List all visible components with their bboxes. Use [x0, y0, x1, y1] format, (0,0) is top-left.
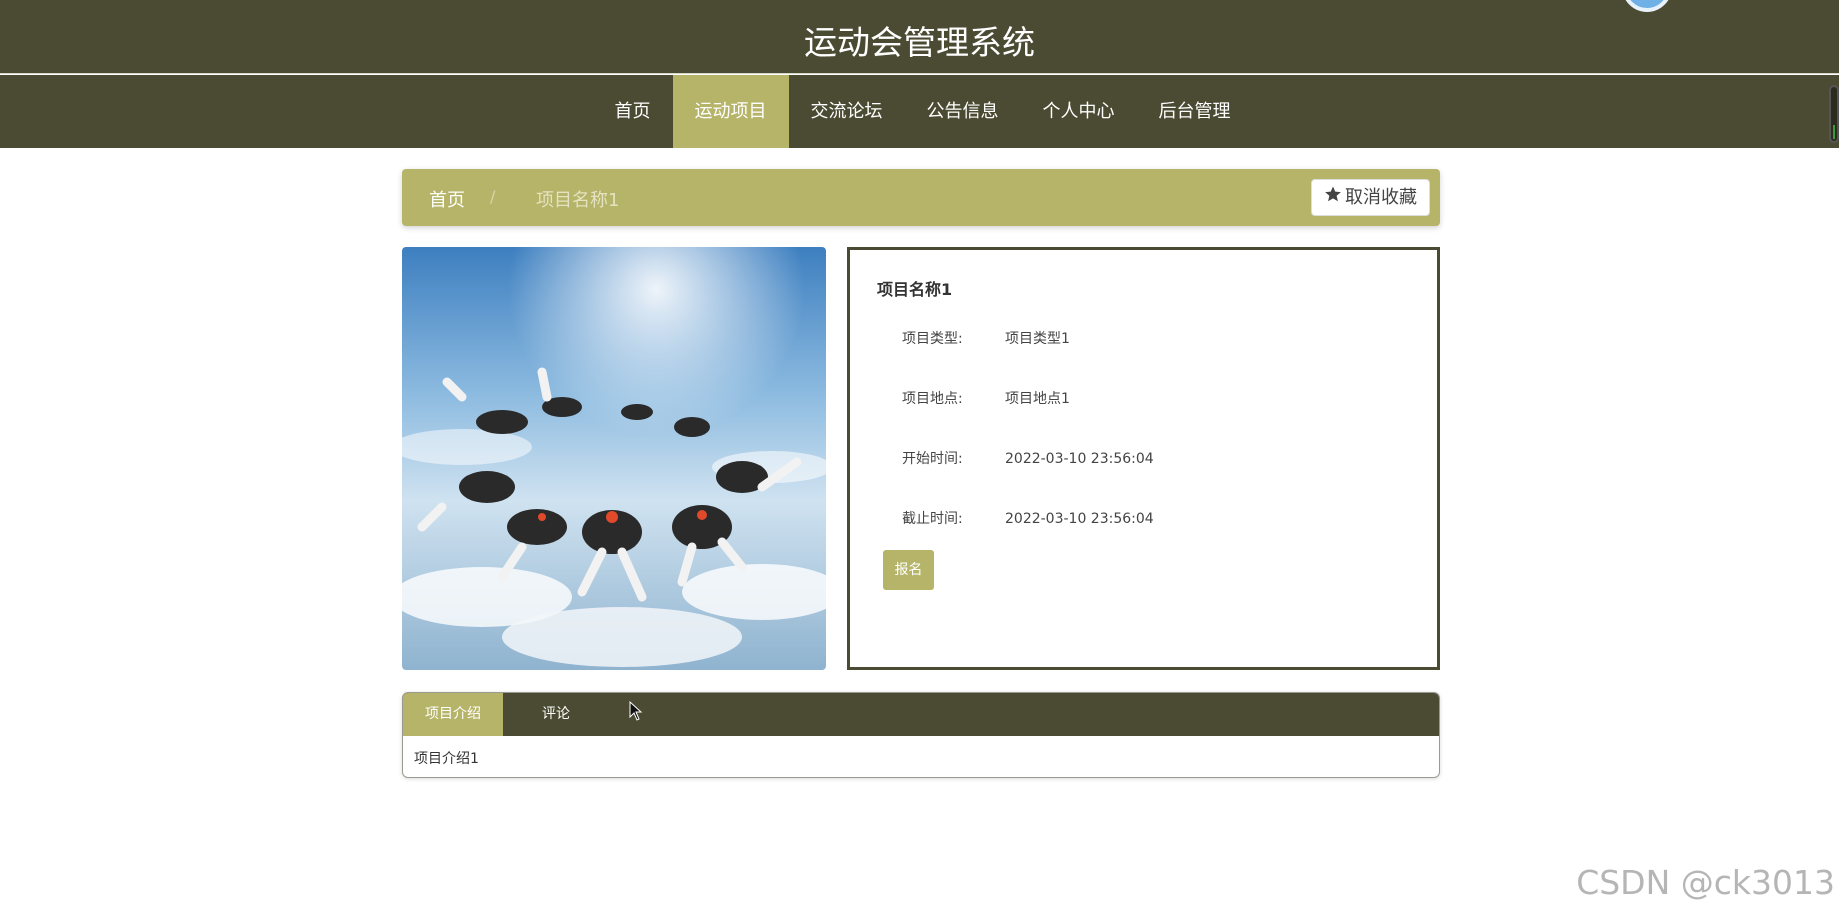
event-image — [402, 247, 826, 670]
site-title: 运动会管理系统 — [804, 23, 1035, 62]
avatar[interactable] — [1622, 0, 1672, 12]
unfavorite-label: 取消收藏 — [1345, 187, 1417, 208]
tabs-panel: 项目介绍 评论 项目介绍1 — [402, 692, 1440, 778]
breadcrumb: 首页 / 项目名称1 取消收藏 — [402, 169, 1440, 226]
tab-content: 项目介绍1 — [414, 751, 479, 767]
field-row-deadline: 截止时间: 2022-03-10 23:56:04 — [902, 508, 1154, 528]
tab-bar: 项目介绍 评论 — [403, 693, 1439, 736]
nav-item-forum[interactable]: 交流论坛 — [789, 75, 905, 148]
unfavorite-button[interactable]: 取消收藏 — [1311, 179, 1430, 216]
event-title: 项目名称1 — [877, 280, 953, 299]
field-label: 项目类型: — [902, 331, 963, 347]
field-row-type: 项目类型: 项目类型1 — [902, 328, 1070, 348]
nav-item-personal-center[interactable]: 个人中心 — [1021, 75, 1137, 148]
field-label: 项目地点: — [902, 391, 963, 407]
breadcrumb-home-link[interactable]: 首页 — [429, 186, 465, 212]
site-header: 运动会管理系统 — [0, 0, 1839, 74]
field-value: 2022-03-10 23:56:04 — [1005, 451, 1154, 467]
nav-item-admin[interactable]: 后台管理 — [1137, 75, 1253, 148]
field-row-start-time: 开始时间: 2022-03-10 23:56:04 — [902, 448, 1154, 468]
watermark: CSDN @ck3013 — [1576, 863, 1835, 902]
nav-item-announcements[interactable]: 公告信息 — [905, 75, 1021, 148]
nav-item-home[interactable]: 首页 — [593, 75, 673, 148]
star-icon — [1324, 180, 1342, 215]
field-label: 开始时间: — [902, 451, 963, 467]
breadcrumb-current: 项目名称1 — [536, 190, 620, 211]
mouse-cursor-icon — [629, 700, 643, 725]
field-value: 项目地点1 — [1005, 391, 1070, 407]
scrollbar[interactable] — [1829, 85, 1839, 143]
breadcrumb-separator: / — [490, 187, 496, 206]
main-nav: 首页 运动项目 交流论坛 公告信息 个人中心 后台管理 — [0, 75, 1839, 148]
tab-comments[interactable]: 评论 — [503, 693, 609, 736]
event-detail-panel: 项目名称1 项目类型: 项目类型1 项目地点: 项目地点1 开始时间: 2022-03… — [847, 247, 1440, 670]
field-label: 截止时间: — [902, 511, 963, 527]
field-value: 2022-03-10 23:56:04 — [1005, 511, 1154, 527]
signup-button[interactable]: 报名 — [883, 550, 934, 590]
field-row-location: 项目地点: 项目地点1 — [902, 388, 1070, 408]
field-value: 项目类型1 — [1005, 331, 1070, 347]
tab-introduction[interactable]: 项目介绍 — [403, 693, 503, 736]
nav-item-sports-events[interactable]: 运动项目 — [672, 75, 789, 148]
